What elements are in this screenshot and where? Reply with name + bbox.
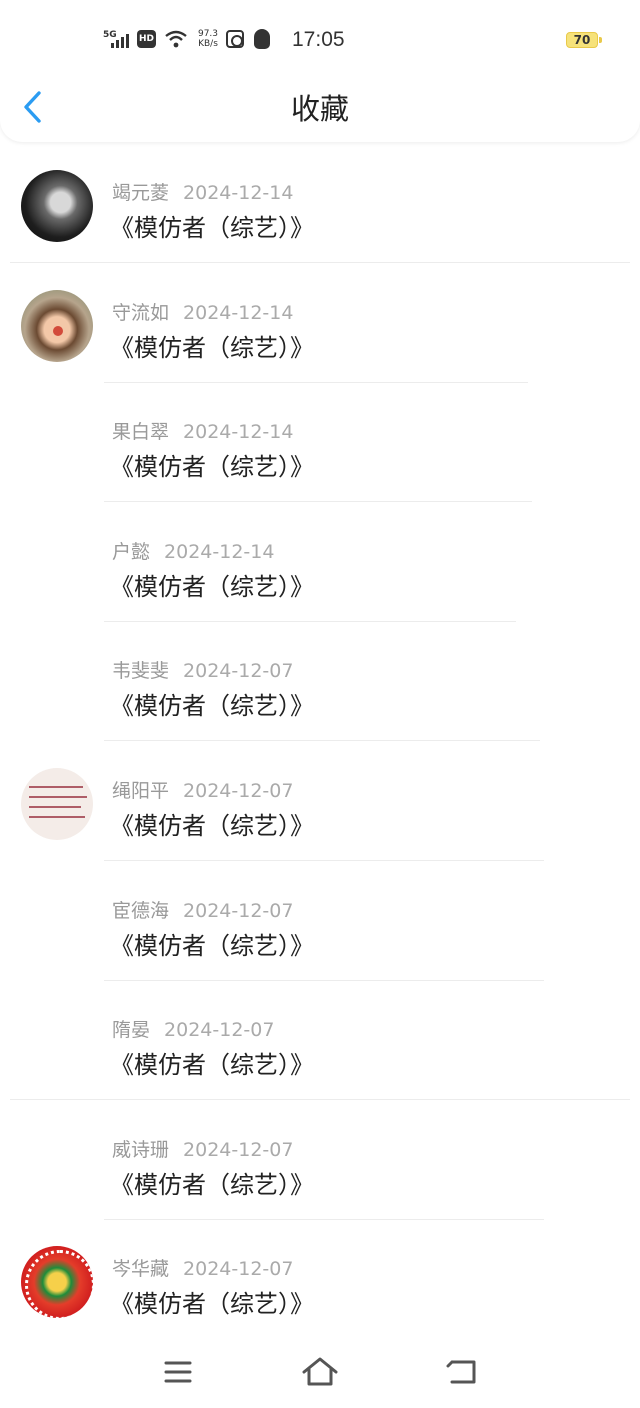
clock: 17:05	[292, 28, 345, 51]
item-title[interactable]: 《模仿者（综艺）》	[110, 926, 314, 961]
battery-tip	[599, 37, 602, 43]
avatar[interactable]	[21, 1246, 93, 1319]
avatar-scribble	[29, 805, 81, 808]
item-meta: 隋晏 2024-12-07	[112, 1015, 274, 1042]
vpn-icon	[226, 30, 244, 48]
list-item[interactable]: 绳阳平 2024-12-07 《模仿者（综艺）》	[0, 742, 640, 862]
item-title[interactable]: 《模仿者（综艺）》	[110, 447, 314, 482]
user-name: 绳阳平	[112, 779, 170, 802]
user-name: 岑华藏	[112, 1258, 170, 1281]
list-item[interactable]: 隋晏 2024-12-07 《模仿者（综艺）》	[0, 981, 640, 1101]
item-title[interactable]: 《模仿者（综艺）》	[110, 1165, 314, 1200]
item-title[interactable]: 《模仿者（综艺）》	[110, 806, 314, 841]
item-date: 2024-12-07	[183, 660, 294, 683]
list-item[interactable]: 宦德海 2024-12-07 《模仿者（综艺）》	[0, 862, 640, 982]
list-item[interactable]: 果白翠 2024-12-14 《模仿者（综艺）》	[0, 383, 640, 503]
item-date: 2024-12-07	[183, 1138, 294, 1161]
list-item[interactable]: 岑华藏 2024-12-07 《模仿者（综艺）》	[0, 1220, 640, 1340]
item-title[interactable]: 《模仿者（综艺）》	[110, 1284, 314, 1319]
system-navbar	[0, 1336, 640, 1408]
item-meta: 韦斐斐 2024-12-07	[112, 656, 293, 683]
avatar[interactable]	[21, 289, 93, 362]
list-item[interactable]: 竭元菱 2024-12-14 《模仿者（综艺）》	[0, 144, 640, 264]
menu-button[interactable]	[158, 1354, 198, 1390]
qq-icon	[254, 29, 270, 49]
avatar[interactable]	[21, 767, 93, 840]
user-name: 隋晏	[112, 1019, 151, 1042]
item-meta: 绳阳平 2024-12-07	[112, 776, 293, 803]
item-date: 2024-12-14	[183, 301, 294, 324]
hd-badge: HD	[137, 30, 156, 48]
home-icon	[302, 1357, 338, 1386]
network-speed: 97.3 KB/s	[196, 29, 220, 49]
signal-icon	[111, 34, 129, 48]
item-title[interactable]: 《模仿者（综艺）》	[110, 686, 314, 721]
item-meta: 威诗珊 2024-12-07	[112, 1135, 293, 1162]
item-date: 2024-12-07	[183, 899, 294, 922]
list-item[interactable]: 韦斐斐 2024-12-07 《模仿者（综艺）》	[0, 622, 640, 742]
item-date: 2024-12-14	[183, 182, 294, 204]
item-date: 2024-12-14	[164, 540, 275, 563]
item-meta: 岑华藏 2024-12-07	[112, 1254, 293, 1281]
status-bar: 5G HD 97.3 KB/s 17:05 70	[0, 0, 640, 80]
item-date: 2024-12-07	[183, 1258, 294, 1281]
user-name: 果白翠	[112, 421, 170, 444]
item-title[interactable]: 《模仿者（综艺）》	[110, 567, 314, 602]
back-arrow-icon	[446, 1360, 476, 1384]
home-button[interactable]	[300, 1354, 340, 1390]
item-meta: 户懿 2024-12-14	[112, 537, 274, 564]
item-date: 2024-12-07	[164, 1019, 275, 1042]
avatar-scribble	[29, 815, 85, 818]
user-name: 户懿	[112, 540, 151, 563]
item-title[interactable]: 《模仿者（综艺）》	[110, 328, 314, 363]
favorites-list: 竭元菱 2024-12-14 《模仿者（综艺）》 守流如 2024-12-14 《模…	[0, 144, 640, 1340]
user-name: 威诗珊	[112, 1138, 170, 1161]
avatar-scribble	[29, 785, 83, 788]
list-item[interactable]: 守流如 2024-12-14 《模仿者（综艺）》	[0, 264, 640, 384]
item-meta: 竭元菱 2024-12-14	[112, 178, 293, 205]
item-meta: 守流如 2024-12-14	[112, 298, 293, 325]
network-speed-unit: KB/s	[198, 39, 218, 49]
user-name: 宦德海	[112, 899, 170, 922]
menu-icon	[164, 1361, 192, 1383]
list-item[interactable]: 户懿 2024-12-14 《模仿者（综艺）》	[0, 503, 640, 623]
user-name: 守流如	[112, 301, 170, 324]
battery-indicator: 70	[566, 32, 598, 48]
item-title[interactable]: 《模仿者（综艺）》	[110, 1045, 314, 1080]
app-header: 5G HD 97.3 KB/s 17:05 70 收藏	[0, 0, 640, 142]
page-title: 收藏	[290, 92, 349, 126]
wifi-icon	[165, 30, 187, 48]
user-name: 韦斐斐	[112, 660, 170, 683]
item-date: 2024-12-14	[183, 421, 294, 444]
network-speed-value: 97.3	[197, 29, 219, 39]
avatar[interactable]	[21, 170, 93, 242]
item-date: 2024-12-07	[183, 779, 294, 802]
user-name: 竭元菱	[112, 182, 170, 204]
list-item[interactable]: 威诗珊 2024-12-07 《模仿者（综艺）》	[0, 1101, 640, 1221]
item-meta: 果白翠 2024-12-14	[112, 417, 293, 444]
avatar-scribble	[29, 795, 87, 798]
back-nav-button[interactable]	[442, 1354, 482, 1390]
item-title[interactable]: 《模仿者（综艺）》	[110, 208, 314, 243]
item-meta: 宦德海 2024-12-07	[112, 896, 293, 923]
